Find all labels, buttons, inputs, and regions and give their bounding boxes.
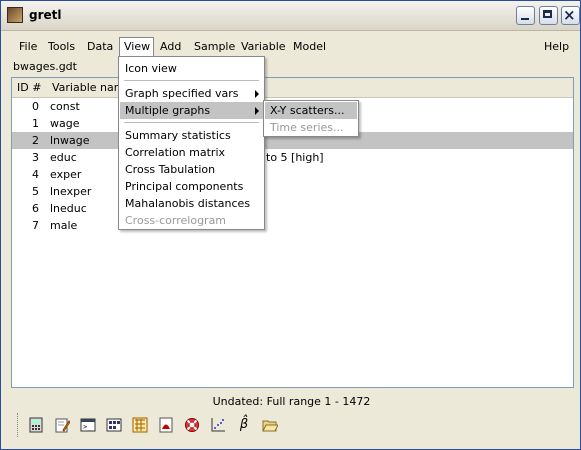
row-id: 1 <box>32 117 39 130</box>
view-menu-icon-view[interactable]: Icon view <box>120 60 263 77</box>
open-folder-icon[interactable] <box>262 417 279 433</box>
menu-add[interactable]: Add <box>156 37 185 57</box>
table-row[interactable]: 6 lneduc <box>12 200 573 217</box>
maximize-icon <box>543 10 552 18</box>
table-row[interactable]: 4 exper <box>12 166 573 183</box>
row-name: male <box>50 219 78 232</box>
row-name: const <box>50 100 80 113</box>
view-menu-graph-specified-vars[interactable]: Graph specified vars <box>120 85 263 102</box>
menu-item-label: Graph specified vars <box>125 87 239 100</box>
menu-separator <box>124 80 259 81</box>
menu-item-label: Mahalanobis distances <box>125 197 251 210</box>
row-id: 3 <box>32 151 39 164</box>
submenu-arrow-icon <box>255 107 259 115</box>
view-menu-correlation-matrix[interactable]: Correlation matrix <box>120 144 263 161</box>
menu-tools[interactable]: Tools <box>44 37 79 57</box>
menu-file[interactable]: File <box>15 37 41 57</box>
console-icon[interactable]: >_ <box>80 417 96 433</box>
view-menu-multiple-graphs[interactable]: Multiple graphs <box>120 102 263 119</box>
edit-script-icon[interactable] <box>54 417 71 433</box>
row-id: 0 <box>32 100 39 113</box>
menu-separator <box>124 122 259 123</box>
submenu-arrow-icon <box>255 90 259 98</box>
row-name: educ <box>50 151 77 164</box>
menu-item-label: Time series... <box>270 121 344 134</box>
menu-data[interactable]: Data <box>83 37 117 57</box>
row-name: lneduc <box>50 202 87 215</box>
view-menu-summary-statistics[interactable]: Summary statistics <box>120 127 263 144</box>
view-menu-cross-correlogram: Cross-correlogram <box>120 212 263 229</box>
minimize-button[interactable] <box>516 6 535 25</box>
menu-view[interactable]: View <box>119 37 154 57</box>
row-id: 4 <box>32 168 39 181</box>
menu-variable[interactable]: Variable <box>237 37 290 57</box>
row-name: wage <box>50 117 80 130</box>
row-name: lnexper <box>50 185 92 198</box>
view-menu-cross-tabulation[interactable]: Cross Tabulation <box>120 161 263 178</box>
close-icon: × <box>563 6 576 24</box>
beta-model-icon[interactable]: β̂ <box>236 417 252 433</box>
session-icon[interactable] <box>106 417 122 433</box>
maximize-button[interactable] <box>539 6 558 25</box>
table-row[interactable]: 7 male <box>12 217 573 234</box>
multiple-graphs-submenu: X-Y scatters... Time series... <box>263 100 359 137</box>
menu-item-label: Summary statistics <box>125 129 231 142</box>
menu-sample[interactable]: Sample <box>190 37 239 57</box>
menu-item-label: Cross-correlogram <box>125 214 227 227</box>
menu-item-label: Cross Tabulation <box>125 163 216 176</box>
menu-help[interactable]: Help <box>540 37 573 57</box>
menubar: File Tools Data View Add Sample Variable… <box>4 37 579 57</box>
table-row[interactable]: 3 educ to 5 [high] <box>12 149 573 166</box>
function-icon[interactable] <box>132 417 148 433</box>
row-description: to 5 [high] <box>266 151 324 164</box>
menu-item-label: Principal components <box>125 180 244 193</box>
view-menu-dropdown: Icon view Graph specified vars Multiple … <box>118 56 265 230</box>
dataset-filename: bwages.gdt <box>13 60 77 73</box>
gretl-app-icon <box>7 7 23 23</box>
submenu-time-series: Time series... <box>265 119 357 136</box>
menu-model[interactable]: Model <box>289 37 330 57</box>
minimize-icon <box>521 18 529 20</box>
submenu-xy-scatters[interactable]: X-Y scatters... <box>265 102 357 119</box>
toolbar-grip[interactable] <box>17 413 21 437</box>
menu-item-label: Multiple graphs <box>125 104 211 117</box>
pdf-help-icon[interactable] <box>158 417 174 433</box>
menu-item-label: X-Y scatters... <box>270 104 345 117</box>
main-window: gretl × File Tools Data View Add Sample … <box>0 0 581 450</box>
view-menu-mahalanobis-distances[interactable]: Mahalanobis distances <box>120 195 263 212</box>
titlebar[interactable]: gretl × <box>1 1 580 31</box>
plot-icon[interactable] <box>210 417 226 433</box>
list-header: ID # Variable name <box>12 78 573 98</box>
row-id: 7 <box>32 219 39 232</box>
row-name: lnwage <box>50 134 90 147</box>
table-row[interactable]: 5 lnexper <box>12 183 573 200</box>
menu-item-label: Correlation matrix <box>125 146 226 159</box>
calculator-icon[interactable] <box>28 417 44 433</box>
menu-item-label: Icon view <box>125 62 177 75</box>
close-button[interactable]: × <box>561 6 580 25</box>
toolbar: >_ β̂ <box>11 411 311 441</box>
svg-text:>_: >_ <box>83 423 92 431</box>
row-id: 5 <box>32 185 39 198</box>
header-id[interactable]: ID # <box>17 78 41 97</box>
view-menu-principal-components[interactable]: Principal components <box>120 178 263 195</box>
window-title: gretl <box>29 8 62 22</box>
row-id: 2 <box>32 134 39 147</box>
help-lifebuoy-icon[interactable] <box>184 417 200 433</box>
row-name: exper <box>50 168 82 181</box>
row-id: 6 <box>32 202 39 215</box>
status-bar: Undated: Full range 1 - 1472 <box>212 395 371 408</box>
